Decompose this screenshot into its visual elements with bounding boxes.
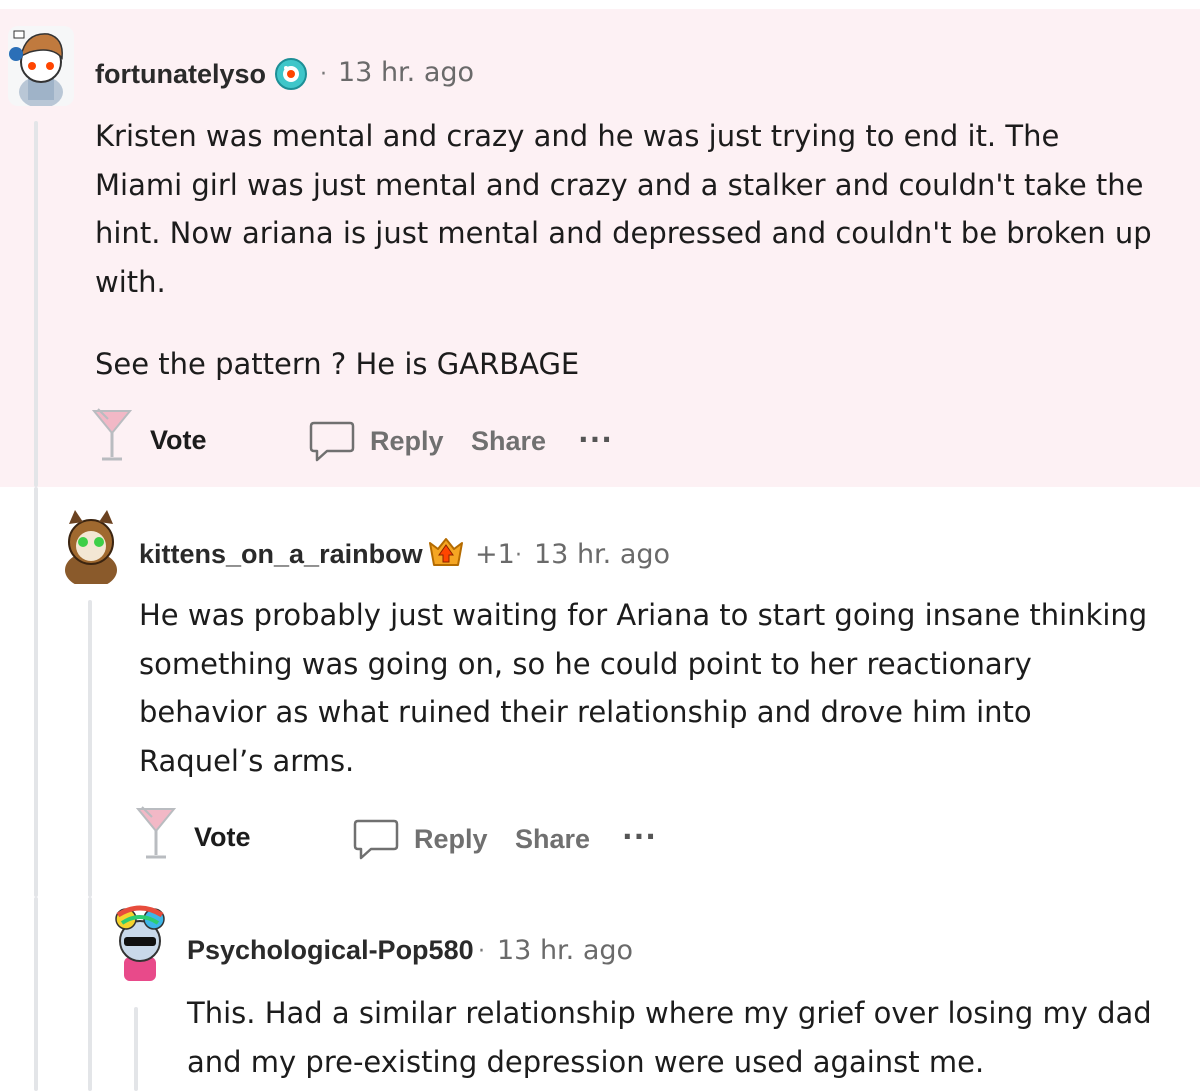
thread-line[interactable] [34, 897, 38, 1091]
vote-icon[interactable] [134, 805, 178, 867]
reply-button[interactable]: Reply [414, 824, 488, 855]
user-avatar[interactable] [104, 901, 176, 985]
top-contributor-badge-icon [426, 535, 466, 575]
snoo-orb-icon [274, 57, 308, 95]
thread-line[interactable] [34, 487, 38, 897]
more-options-button[interactable]: ··· [578, 423, 613, 456]
comment-fortunatelyso: fortunatelyso · 13 hr. ago Kristen was m… [0, 9, 1200, 487]
username[interactable]: fortunatelyso [95, 59, 266, 90]
timestamp[interactable]: 13 hr. ago [497, 935, 633, 966]
vote-icon[interactable] [90, 407, 134, 469]
username[interactable]: kittens_on_a_rainbow [139, 539, 423, 570]
score-badge: +1 [475, 539, 515, 570]
share-button[interactable]: Share [471, 426, 546, 457]
thread-line[interactable] [88, 600, 92, 897]
separator: · [515, 543, 522, 568]
comment-Psychological-Pop580: Psychological-Pop580 · 13 hr. ago This. … [0, 897, 1200, 1091]
username[interactable]: Psychological-Pop580 [187, 935, 474, 966]
comment-body-paragraph: Kristen was mental and crazy and he was … [95, 119, 1152, 299]
reply-bubble-icon[interactable] [353, 818, 399, 864]
more-options-button[interactable]: ··· [622, 820, 657, 853]
user-avatar[interactable] [58, 504, 124, 584]
reply-button[interactable]: Reply [370, 426, 444, 457]
comment-body-paragraph: See the pattern ? He is GARBAGE [95, 347, 580, 381]
thread-line[interactable] [34, 121, 38, 487]
reply-bubble-icon[interactable] [309, 420, 355, 466]
vote-button[interactable]: Vote [194, 822, 251, 853]
snoo-avatar-icon [104, 901, 176, 985]
thread-line[interactable] [88, 897, 92, 1091]
snoo-avatar-icon [58, 504, 124, 584]
separator: · [320, 62, 327, 87]
user-avatar[interactable] [8, 26, 74, 106]
timestamp[interactable]: 13 hr. ago [338, 57, 474, 88]
comment-body-paragraph: This. Had a similar relationship where m… [187, 996, 1152, 1079]
comment-thread: fortunatelyso · 13 hr. ago Kristen was m… [0, 0, 1200, 1091]
thread-line[interactable] [134, 1007, 138, 1091]
snoo-avatar-icon [8, 26, 74, 106]
separator: · [478, 939, 485, 964]
timestamp[interactable]: 13 hr. ago [534, 539, 670, 570]
share-button[interactable]: Share [515, 824, 590, 855]
comment-kittens_on_a_rainbow: kittens_on_a_rainbow +1 · 13 hr. ago He … [0, 487, 1200, 897]
comment-body-paragraph: He was probably just waiting for Ariana … [139, 598, 1148, 778]
vote-button[interactable]: Vote [150, 425, 207, 456]
